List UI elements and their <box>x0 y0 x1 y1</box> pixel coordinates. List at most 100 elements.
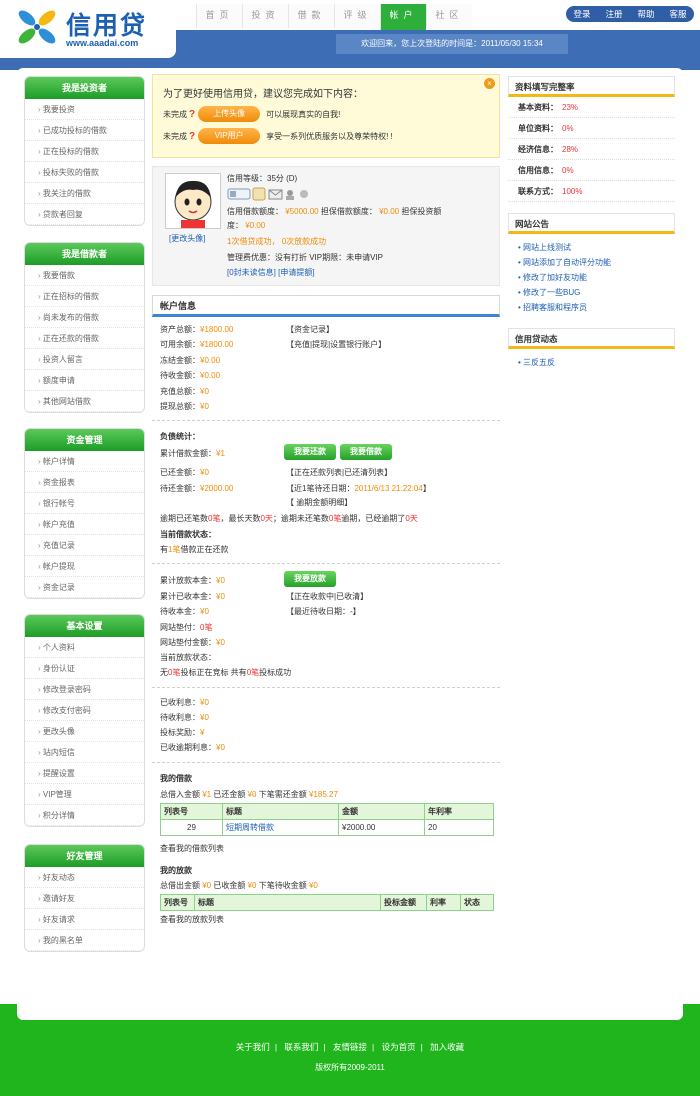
sidebar-item[interactable]: 正在招标的借款 <box>25 286 144 307</box>
completeness-item: 信用信息： 0% <box>508 160 675 181</box>
change-avatar-link[interactable]: [更改头像] <box>169 233 205 244</box>
sidebar-item[interactable]: VIP管理 <box>25 784 144 805</box>
sidebar-friends-title: 好友管理 <box>25 845 144 867</box>
column-header: 状态 <box>460 894 494 911</box>
summary-label: 总借出金额 <box>160 881 200 890</box>
sidebar-item[interactable]: 正在投标的借款 <box>25 141 144 162</box>
sidebar-item[interactable]: 好友请求 <box>25 909 144 930</box>
footer-link-favorite[interactable]: 加入收藏 <box>430 1042 464 1052</box>
nav-tab-community[interactable]: 社区 <box>426 4 472 28</box>
sidebar-item[interactable]: 额度申请 <box>25 370 144 391</box>
repay-button[interactable]: 我要还款 <box>284 444 336 460</box>
summary-label: 已收金额 <box>213 881 246 890</box>
lend-button[interactable]: 我要放款 <box>284 571 336 587</box>
service-link[interactable]: 客服 <box>669 8 686 20</box>
help-link[interactable]: 帮助 <box>637 8 654 20</box>
status-text: 无 <box>160 668 168 677</box>
announcement-item[interactable]: 修改了加好友功能 <box>508 270 675 285</box>
recharge-withdraw-links[interactable]: 【充值|提现|设置银行账户】 <box>286 339 386 350</box>
view-lends-link[interactable]: 查看我的放款列表 <box>160 914 224 925</box>
funds-record-link[interactable]: 【资金记录】 <box>286 324 334 335</box>
sidebar-item[interactable]: 我关注的借款 <box>25 183 144 204</box>
sidebar-item[interactable]: 资金报表 <box>25 472 144 493</box>
lend-status-title: 当前放款状态： <box>160 653 216 662</box>
sidebar-item[interactable]: 资金记录 <box>25 577 144 598</box>
nav-tab-home[interactable]: 首页 <box>196 4 242 28</box>
sidebar-settings: 基本设置 个人资料 身份认证 修改登录密码 修改支付密码 更改头像 站内短信 提… <box>24 614 145 827</box>
borrow-button[interactable]: 我要借款 <box>340 444 392 460</box>
sidebar-item[interactable]: 我要借款 <box>25 265 144 286</box>
nav-tab-invest[interactable]: 投资 <box>242 4 288 28</box>
announcement-item[interactable]: 修改了一些BUG <box>508 285 675 300</box>
sidebar-item[interactable]: 帐户提现 <box>25 556 144 577</box>
sidebar-funds: 资金管理 帐户详情 资金报表 银行帐号 帐户充值 充值记录 帐户提现 资金记录 <box>24 428 145 599</box>
logo[interactable]: 信用贷 www.aaadai.com <box>0 0 176 58</box>
column-header: 列表号 <box>160 803 223 820</box>
sidebar-item[interactable]: 贷款者回复 <box>25 204 144 225</box>
nav-tab-borrow[interactable]: 借款 <box>288 4 334 28</box>
upload-avatar-button[interactable]: 上传头像 <box>198 106 261 122</box>
announcement-item[interactable]: 招聘客服和程序员 <box>508 300 675 315</box>
sidebar-item[interactable]: 个人资料 <box>25 637 144 658</box>
footer-link-contact[interactable]: 联系我们 <box>284 1042 318 1052</box>
view-loans-link[interactable]: 查看我的借款列表 <box>160 843 224 854</box>
repay-list-links[interactable]: 【正在还款列表|已还清列表】 <box>286 467 392 478</box>
sidebar-item[interactable]: 正在还款的借款 <box>25 328 144 349</box>
message-links[interactable]: [0封未读信息] [申请提额] <box>227 267 315 278</box>
sidebar-item[interactable]: 银行帐号 <box>25 493 144 514</box>
logo-title: 信用贷 <box>66 12 148 40</box>
field-value: ¥0 <box>216 576 225 585</box>
sidebar-item[interactable]: 提醒设置 <box>25 763 144 784</box>
overdue-line: 逾期已还笔数0笔，最长天数0天；逾期未还笔数0笔逾期，已经逾期了0天 <box>160 513 418 524</box>
close-icon[interactable]: × <box>484 78 495 89</box>
news-item[interactable]: 三反五反 <box>508 355 675 370</box>
loan-title-link[interactable]: 短期周转借款 <box>222 819 339 836</box>
lend-received: 累计已收本金：¥0 <box>160 591 225 602</box>
sidebar-item[interactable]: 更改头像 <box>25 721 144 742</box>
site-advance: 网站垫付：0笔 <box>160 622 212 633</box>
sidebar-item[interactable]: 修改支付密码 <box>25 700 144 721</box>
promo-text: 享受一系列优质服务以及尊荣特权! ! <box>266 131 393 141</box>
field-value: ¥0 <box>200 387 209 396</box>
asset-total: 资产总额：¥1800.00 <box>160 324 233 335</box>
field-value: ¥0 <box>216 592 225 601</box>
verification-badges-icon <box>227 187 308 201</box>
vip-button[interactable]: VIP用户 <box>198 128 261 144</box>
sidebar-item[interactable]: 投资人留言 <box>25 349 144 370</box>
sidebar-item[interactable]: 已成功投标的借款 <box>25 120 144 141</box>
announcement-item[interactable]: 网站添加了自动评分功能 <box>508 255 675 270</box>
sidebar-item[interactable]: 身份认证 <box>25 658 144 679</box>
footer-link-homepage[interactable]: 设为首页 <box>382 1042 416 1052</box>
footer-link-about[interactable]: 关于我们 <box>236 1042 270 1052</box>
sidebar-item[interactable]: 我要投资 <box>25 99 144 120</box>
sidebar-item[interactable]: 我的黑名单 <box>25 930 144 951</box>
summary-value: ¥0 <box>202 881 212 890</box>
footer-copyright: 版权所有2009-2011 <box>315 1063 385 1072</box>
footer-link-friends[interactable]: 友情链接 <box>333 1042 367 1052</box>
sidebar-item[interactable]: 投标失败的借款 <box>25 162 144 183</box>
sidebar-item[interactable]: 邀请好友 <box>25 888 144 909</box>
sidebar-item[interactable]: 站内短信 <box>25 742 144 763</box>
welcome-message: 欢迎回来，您上次登陆的时间是：2011/05/30 15:34 <box>336 34 568 54</box>
sidebar-item[interactable]: 积分详情 <box>25 805 144 826</box>
withdraw-total: 提现总额：¥0 <box>160 401 209 412</box>
sidebar-item[interactable]: 修改登录密码 <box>25 679 144 700</box>
invest-guarantee-value: ¥0.00 <box>245 221 266 230</box>
announcement-panel: 网站公告 网站上线测试 网站添加了自动评分功能 修改了加好友功能 修改了一些BU… <box>508 213 675 315</box>
sidebar-item[interactable]: 尚未发布的借款 <box>25 307 144 328</box>
overdue-detail-link[interactable]: 【 逾期金额明细】 <box>286 497 352 508</box>
login-link[interactable]: 登录 <box>573 8 590 20</box>
sidebar-item[interactable]: 帐户详情 <box>25 451 144 472</box>
register-link[interactable]: 注册 <box>605 8 622 20</box>
sidebar-item[interactable]: 好友动态 <box>25 867 144 888</box>
field-label: 累计借款金额： <box>160 449 216 458</box>
sidebar-item[interactable]: 其他网站借款 <box>25 391 144 412</box>
nav-tab-rating[interactable]: 评级 <box>334 4 380 28</box>
sidebar-borrower-title: 我是借款者 <box>25 243 144 265</box>
field-label: 联系方式： <box>518 187 558 196</box>
receiving-links[interactable]: 【正在收款中|已收清】 <box>286 591 368 602</box>
sidebar-item[interactable]: 充值记录 <box>25 535 144 556</box>
announcement-item[interactable]: 网站上线测试 <box>508 240 675 255</box>
sidebar-item[interactable]: 帐户充值 <box>25 514 144 535</box>
nav-tab-account[interactable]: 帐户 <box>380 4 426 30</box>
